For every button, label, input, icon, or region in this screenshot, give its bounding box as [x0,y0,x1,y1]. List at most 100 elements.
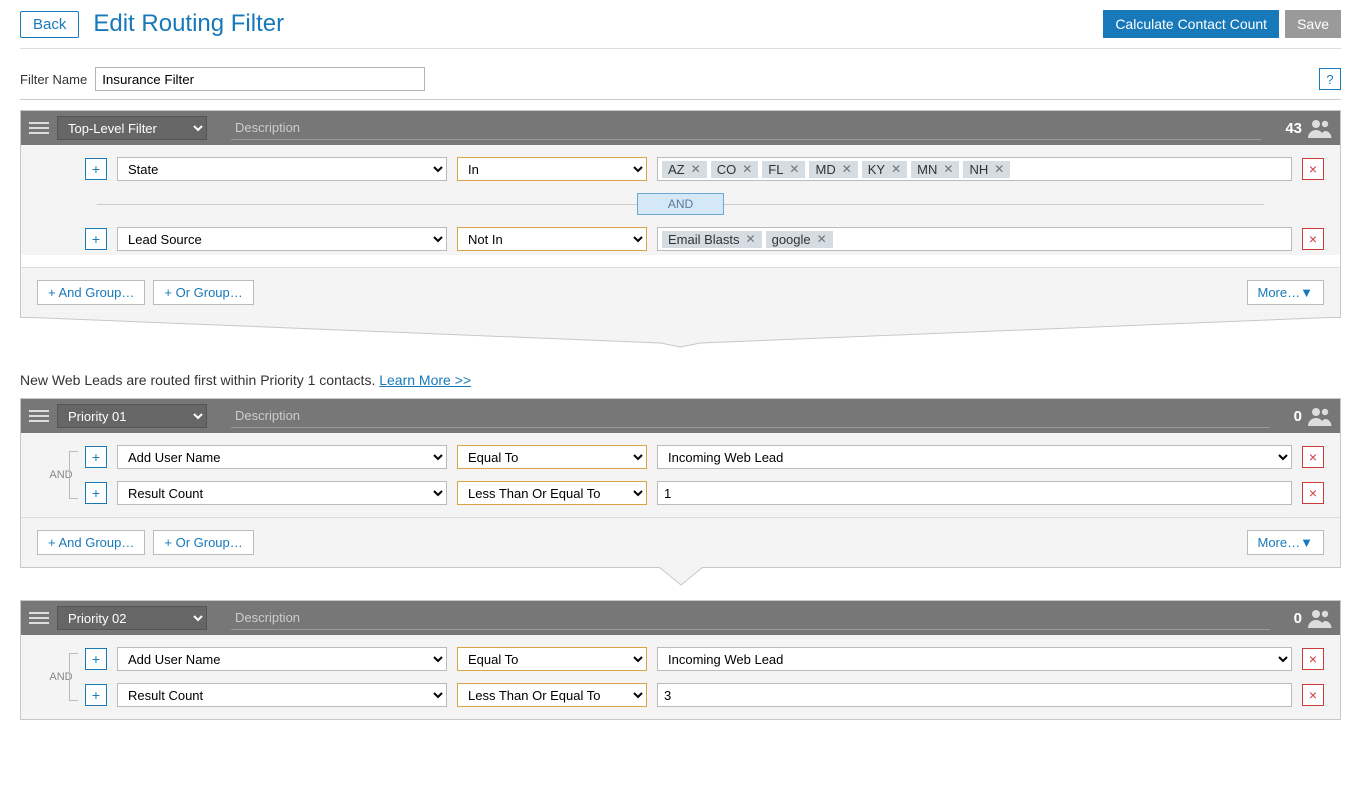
more-button[interactable]: More…▼ [1247,280,1325,305]
top-filter-panel: Top-Level Filter 43 + State In AZ✕CO✕FL✕… [20,110,1341,318]
page-header: Back Edit Routing Filter Calculate Conta… [20,10,1341,49]
back-button[interactable]: Back [20,11,79,38]
condition-row: + State In AZ✕CO✕FL✕MD✕ KY✕MN✕NH✕ × [37,157,1324,181]
add-condition-button[interactable]: + [85,228,107,250]
and-group-button[interactable]: + And Group… [37,280,145,305]
priority-select[interactable]: Priority 01 [57,404,207,428]
remove-tag-icon[interactable]: ✕ [943,162,953,176]
field-select[interactable]: Result Count [117,683,447,707]
delete-condition-button[interactable]: × [1302,228,1324,250]
arrow-divider-icon [20,318,1341,354]
priority-2-body: AND + Add User Name Equal To Incoming We… [21,635,1340,719]
contact-count: 0 [1294,610,1302,627]
field-select[interactable]: Lead Source [117,227,447,251]
value-tag[interactable]: MD✕ [809,161,857,178]
value-tags-input[interactable]: Email Blasts✕google✕ [657,227,1292,251]
value-tag[interactable]: google✕ [766,231,833,248]
drag-icon[interactable] [29,118,49,138]
remove-tag-icon[interactable]: ✕ [994,162,1004,176]
condition-row: + Add User Name Equal To Incoming Web Le… [85,445,1324,469]
value-tag[interactable]: KY✕ [862,161,907,178]
contact-count: 43 [1285,120,1302,137]
people-icon [1308,118,1332,138]
operator-select[interactable]: Not In [457,227,647,251]
calculate-button[interactable]: Calculate Contact Count [1103,10,1279,38]
value-tag[interactable]: Email Blasts✕ [662,231,762,248]
operator-select[interactable]: Less Than Or Equal To [457,683,647,707]
value-input[interactable] [657,683,1292,707]
priority-description-input[interactable] [231,606,1270,630]
add-condition-button[interactable]: + [85,446,107,468]
people-icon [1308,608,1332,628]
remove-tag-icon[interactable]: ✕ [691,162,701,176]
operator-select[interactable]: Equal To [457,445,647,469]
delete-condition-button[interactable]: × [1302,482,1324,504]
operator-select[interactable]: Less Than Or Equal To [457,481,647,505]
remove-tag-icon[interactable]: ✕ [746,232,756,246]
filter-level-select[interactable]: Top-Level Filter [57,116,207,140]
delete-condition-button[interactable]: × [1302,648,1324,670]
remove-tag-icon[interactable]: ✕ [842,162,852,176]
priority-1-header: Priority 01 0 [21,399,1340,433]
field-select[interactable]: Add User Name [117,445,447,469]
operator-select[interactable]: Equal To [457,647,647,671]
and-group-button[interactable]: + And Group… [37,530,145,555]
drag-icon[interactable] [29,406,49,426]
value-tag[interactable]: CO✕ [711,161,759,178]
or-group-button[interactable]: + Or Group… [153,280,253,305]
filter-name-label: Filter Name [20,72,87,87]
more-button[interactable]: More…▼ [1247,530,1325,555]
top-filter-header: Top-Level Filter 43 [21,111,1340,145]
people-icon [1308,406,1332,426]
filter-name-row: Filter Name ? [20,67,1341,100]
priority-2-panel: Priority 02 0 AND + Add User Name Equal … [20,600,1341,720]
remove-tag-icon[interactable]: ✕ [891,162,901,176]
help-button[interactable]: ? [1319,68,1341,90]
priority-description-input[interactable] [231,404,1270,428]
priority-select[interactable]: Priority 02 [57,606,207,630]
remove-tag-icon[interactable]: ✕ [742,162,752,176]
operator-select[interactable]: In [457,157,647,181]
field-select[interactable]: Add User Name [117,647,447,671]
or-group-button[interactable]: + Or Group… [153,530,253,555]
save-button[interactable]: Save [1285,10,1341,38]
add-condition-button[interactable]: + [85,482,107,504]
and-or-toggle[interactable]: AND [637,193,724,215]
value-select[interactable]: Incoming Web Lead [657,647,1292,671]
filter-name-input[interactable] [95,67,425,91]
delete-condition-button[interactable]: × [1302,684,1324,706]
drag-icon[interactable] [29,608,49,628]
page-title: Edit Routing Filter [93,10,1097,38]
chevron-down-icon [20,568,1341,590]
value-tag[interactable]: NH✕ [963,161,1010,178]
condition-row: + Lead Source Not In Email Blasts✕google… [37,227,1324,255]
remove-tag-icon[interactable]: ✕ [789,162,799,176]
add-condition-button[interactable]: + [85,648,107,670]
info-text: New Web Leads are routed first within Pr… [20,372,1341,388]
priority-1-body: AND + Add User Name Equal To Incoming We… [21,433,1340,517]
add-condition-button[interactable]: + [85,158,107,180]
remove-tag-icon[interactable]: ✕ [817,232,827,246]
delete-condition-button[interactable]: × [1302,158,1324,180]
priority-1-footer: + And Group… + Or Group… More…▼ [21,517,1340,567]
value-tag[interactable]: AZ✕ [662,161,707,178]
add-condition-button[interactable]: + [85,684,107,706]
value-input[interactable] [657,481,1292,505]
field-select[interactable]: Result Count [117,481,447,505]
value-tag[interactable]: FL✕ [762,161,805,178]
top-filter-footer: + And Group… + Or Group… More…▼ [21,267,1340,317]
delete-condition-button[interactable]: × [1302,446,1324,468]
contact-count: 0 [1294,408,1302,425]
learn-more-link[interactable]: Learn More >> [379,372,471,388]
priority-2-header: Priority 02 0 [21,601,1340,635]
filter-description-input[interactable] [231,116,1261,140]
connector-row: AND [97,193,1264,227]
value-tag[interactable]: MN✕ [911,161,959,178]
top-filter-body: + State In AZ✕CO✕FL✕MD✕ KY✕MN✕NH✕ × AND +… [21,145,1340,255]
and-bracket: AND [37,445,85,505]
condition-row: + Add User Name Equal To Incoming Web Le… [85,647,1324,671]
value-tags-input[interactable]: AZ✕CO✕FL✕MD✕ KY✕MN✕NH✕ [657,157,1292,181]
field-select[interactable]: State [117,157,447,181]
condition-row: + Result Count Less Than Or Equal To × [85,683,1324,707]
value-select[interactable]: Incoming Web Lead [657,445,1292,469]
